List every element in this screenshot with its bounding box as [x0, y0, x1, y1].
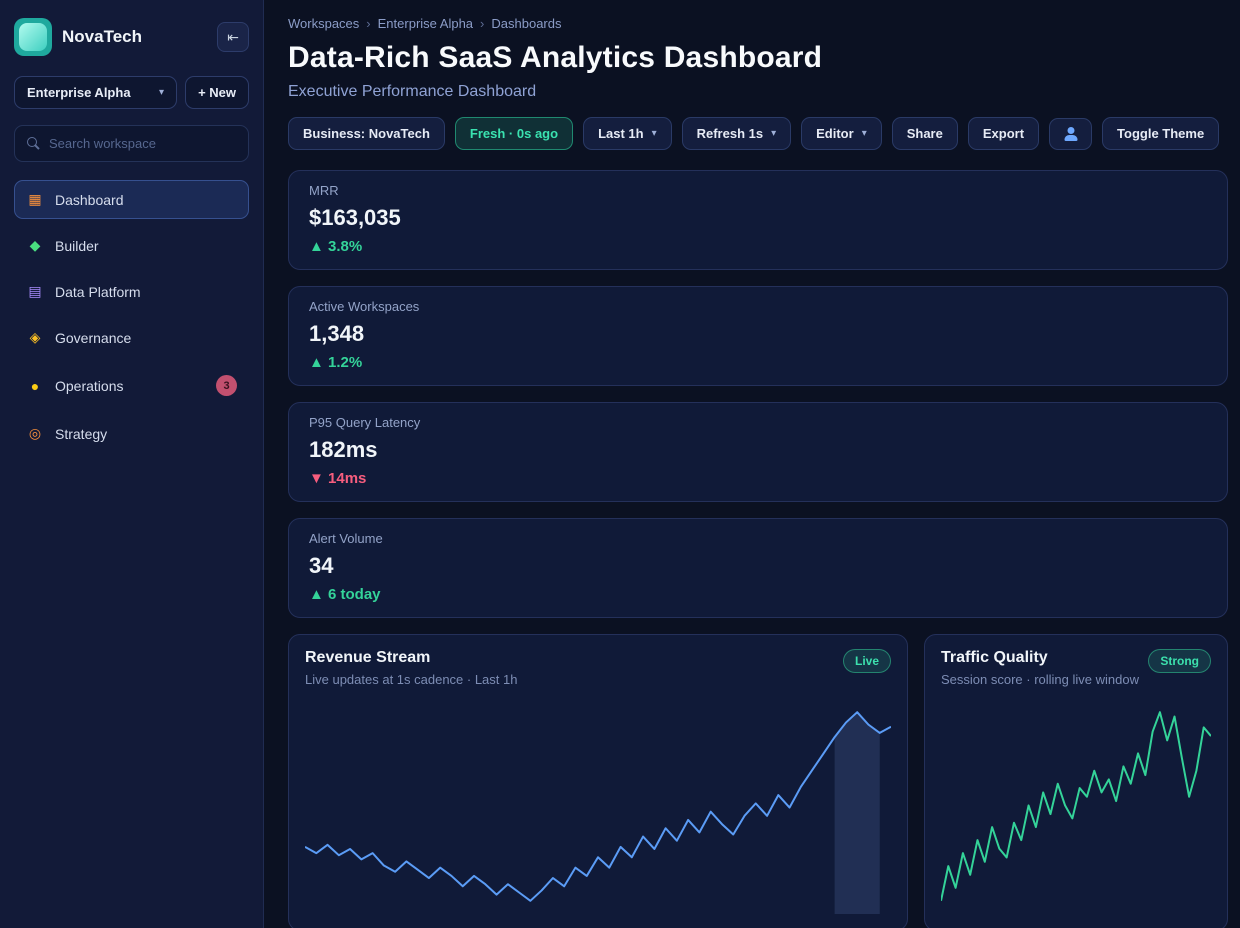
traffic-line-chart: [941, 699, 1211, 914]
breadcrumb-separator: ›: [480, 16, 484, 31]
sidebar: NovaTech ⇤ Enterprise Alpha ▾ + New ▦ Da…: [0, 0, 264, 928]
puzzle-icon: ◆: [26, 237, 44, 254]
new-workspace-button[interactable]: + New: [185, 76, 249, 109]
kpi-card-mrr: MRR $163,035 ▲ 3.8%: [288, 170, 1228, 270]
chevron-down-icon: ▾: [159, 87, 164, 98]
toggle-theme-button[interactable]: Toggle Theme: [1102, 117, 1219, 150]
chevron-down-icon: ▾: [771, 128, 776, 139]
sidebar-item-dashboard[interactable]: ▦ Dashboard: [14, 180, 249, 219]
breadcrumb-enterprise-alpha[interactable]: Enterprise Alpha: [378, 16, 473, 31]
collapse-icon: ⇤: [227, 29, 239, 46]
search-input[interactable]: [49, 136, 236, 151]
kpi-card-alert-volume: Alert Volume 34 ▲ 6 today: [288, 518, 1228, 618]
sidebar-nav: ▦ Dashboard ◆ Builder ▤ Data Platform ◈ …: [14, 180, 249, 453]
sidebar-item-label: Operations: [55, 378, 205, 394]
chevron-down-icon: ▾: [862, 128, 867, 139]
breadcrumb: Workspaces › Enterprise Alpha › Dashboar…: [288, 16, 1228, 31]
sidebar-item-governance[interactable]: ◈ Governance: [14, 318, 249, 357]
chart-subtitle: Live updates at 1s cadence · Last 1h: [305, 672, 517, 687]
freshness-chip: Fresh · 0s ago: [455, 117, 573, 150]
breadcrumb-separator: ›: [366, 16, 370, 31]
kpi-delta: ▲ 6 today: [309, 586, 1207, 603]
person-icon: [1063, 127, 1078, 141]
brand-row: NovaTech ⇤: [14, 18, 249, 56]
kpi-label: Alert Volume: [309, 531, 1207, 546]
kpi-value: 34: [309, 553, 1207, 579]
brand-name: NovaTech: [62, 27, 207, 47]
kpi-value: $163,035: [309, 205, 1207, 231]
live-badge: Live: [843, 649, 891, 673]
role-value: Editor: [816, 126, 854, 141]
chart-subtitle: Session score · rolling live window: [941, 672, 1139, 687]
time-range-select[interactable]: Last 1h ▾: [583, 117, 672, 150]
kpi-card-active-workspaces: Active Workspaces 1,348 ▲ 1.2%: [288, 286, 1228, 386]
sidebar-item-operations[interactable]: ● Operations 3: [14, 364, 249, 407]
workspace-select[interactable]: Enterprise Alpha ▾: [14, 76, 177, 109]
dashboard-icon: ▦: [26, 191, 44, 208]
workspace-search[interactable]: [14, 125, 249, 162]
kpi-value: 1,348: [309, 321, 1207, 347]
workspace-select-value: Enterprise Alpha: [27, 85, 131, 100]
chart-header: Traffic Quality Session score · rolling …: [941, 649, 1211, 687]
refresh-interval-select[interactable]: Refresh 1s ▾: [682, 117, 792, 150]
database-icon: ▤: [26, 283, 44, 300]
refresh-interval-value: Refresh 1s: [697, 126, 763, 141]
sidebar-item-label: Data Platform: [55, 284, 237, 300]
chart-title: Revenue Stream: [305, 649, 517, 667]
chart-header: Revenue Stream Live updates at 1s cadenc…: [305, 649, 891, 687]
sidebar-item-label: Strategy: [55, 426, 237, 442]
page-subtitle: Executive Performance Dashboard: [288, 83, 1228, 101]
sidebar-item-data-platform[interactable]: ▤ Data Platform: [14, 272, 249, 311]
kpi-value: 182ms: [309, 437, 1207, 463]
strong-badge: Strong: [1148, 649, 1211, 673]
traffic-quality-chart-card: Traffic Quality Session score · rolling …: [924, 634, 1228, 928]
revenue-line-chart: [305, 699, 891, 914]
charts-row: Revenue Stream Live updates at 1s cadenc…: [288, 634, 1228, 928]
kpi-card-p95-latency: P95 Query Latency 182ms ▼ 14ms: [288, 402, 1228, 502]
toolbar: Business: NovaTech Fresh · 0s ago Last 1…: [288, 117, 1228, 150]
sidebar-collapse-button[interactable]: ⇤: [217, 22, 249, 52]
sidebar-item-strategy[interactable]: ◎ Strategy: [14, 414, 249, 453]
export-button[interactable]: Export: [968, 117, 1039, 150]
bell-icon: ●: [26, 378, 44, 394]
business-chip: Business: NovaTech: [288, 117, 445, 150]
kpi-delta: ▲ 3.8%: [309, 238, 1207, 255]
sidebar-item-label: Dashboard: [55, 192, 237, 208]
role-select[interactable]: Editor ▾: [801, 117, 882, 150]
sidebar-item-builder[interactable]: ◆ Builder: [14, 226, 249, 265]
workspace-row: Enterprise Alpha ▾ + New: [14, 76, 249, 109]
sidebar-item-label: Builder: [55, 238, 237, 254]
lock-icon: ◈: [26, 329, 44, 346]
kpi-label: P95 Query Latency: [309, 415, 1207, 430]
search-icon: [27, 137, 40, 150]
kpi-delta: ▼ 14ms: [309, 470, 1207, 487]
app-root: NovaTech ⇤ Enterprise Alpha ▾ + New ▦ Da…: [0, 0, 1240, 928]
time-range-value: Last 1h: [598, 126, 644, 141]
chart-title: Traffic Quality: [941, 649, 1139, 667]
kpi-delta: ▲ 1.2%: [309, 354, 1207, 371]
operations-count-badge: 3: [216, 375, 237, 396]
page-title: Data-Rich SaaS Analytics Dashboard: [288, 41, 1228, 75]
chevron-down-icon: ▾: [652, 128, 657, 139]
kpi-label: Active Workspaces: [309, 299, 1207, 314]
revenue-stream-chart-card: Revenue Stream Live updates at 1s cadenc…: [288, 634, 908, 928]
target-icon: ◎: [26, 425, 44, 442]
main-content: Workspaces › Enterprise Alpha › Dashboar…: [264, 0, 1240, 928]
breadcrumb-dashboards[interactable]: Dashboards: [491, 16, 561, 31]
kpi-label: MRR: [309, 183, 1207, 198]
breadcrumb-workspaces[interactable]: Workspaces: [288, 16, 359, 31]
share-button[interactable]: Share: [892, 117, 958, 150]
sidebar-item-label: Governance: [55, 330, 237, 346]
user-avatar-button[interactable]: [1049, 118, 1092, 150]
novatech-logo: [14, 18, 52, 56]
